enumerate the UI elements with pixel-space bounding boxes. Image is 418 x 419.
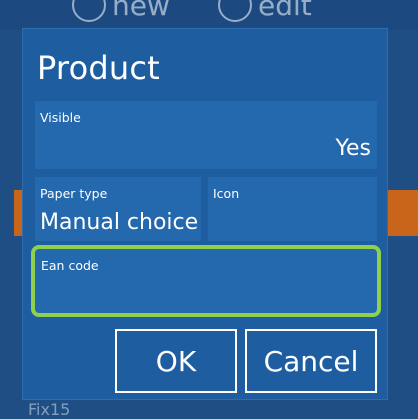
plus-circle-icon xyxy=(72,0,106,22)
background-partial-text: Fix15 xyxy=(28,400,71,419)
ok-button[interactable]: OK xyxy=(115,329,237,393)
product-dialog: Product Visible Yes Paper type Manual ch… xyxy=(22,28,388,400)
pencil-circle-icon xyxy=(218,0,252,22)
visible-field-label: Visible xyxy=(40,110,81,125)
ean-code-field-label: Ean code xyxy=(41,258,99,273)
cancel-button[interactable]: Cancel xyxy=(245,329,377,393)
background-edit-action: edit xyxy=(218,0,312,22)
dialog-title: Product xyxy=(37,49,160,87)
paper-type-field[interactable]: Paper type Manual choice xyxy=(35,177,201,241)
visible-field[interactable]: Visible Yes xyxy=(35,101,377,169)
paper-type-field-label: Paper type xyxy=(40,186,108,201)
visible-field-value: Yes xyxy=(335,136,371,161)
ean-code-field[interactable]: Ean code xyxy=(31,245,381,317)
background-new-action: new xyxy=(72,0,170,22)
icon-field[interactable]: Icon xyxy=(208,177,377,241)
background-edit-label: edit xyxy=(258,0,312,22)
background-toolbar: new edit xyxy=(0,0,418,30)
icon-field-label: Icon xyxy=(213,186,240,201)
background-orange-strip xyxy=(388,190,418,236)
background-new-label: new xyxy=(112,0,170,22)
paper-type-field-value: Manual choice xyxy=(40,210,199,235)
